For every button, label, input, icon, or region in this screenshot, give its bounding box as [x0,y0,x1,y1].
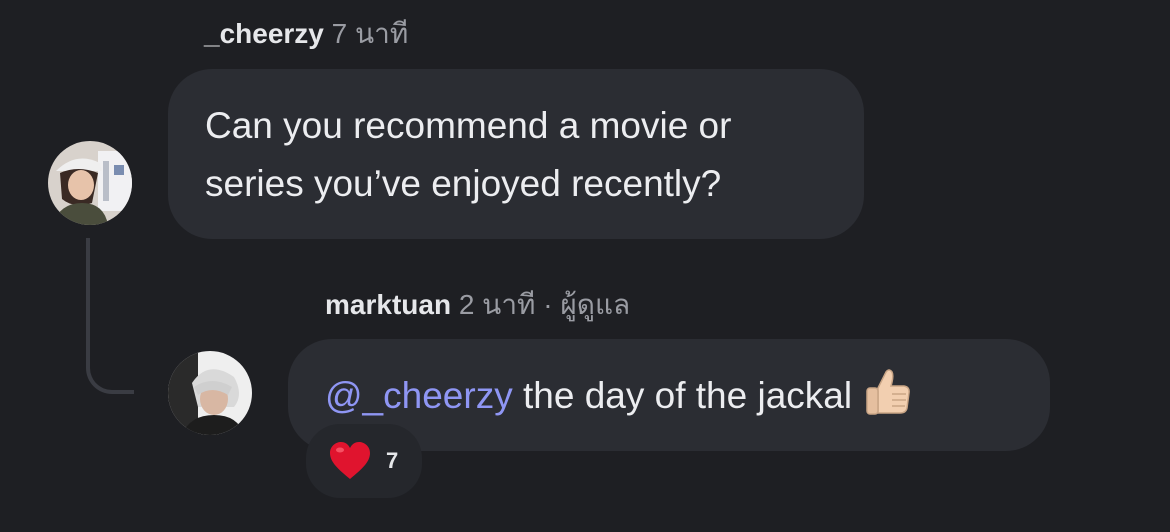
reply-role-badge: ผู้ดูแล [560,289,631,320]
comment-bubble: Can you recommend a movie or series you’… [168,69,864,239]
avatar[interactable] [168,351,252,435]
thread-connector-line [86,238,134,394]
meta-separator: · [543,289,553,320]
heart-icon [330,442,370,479]
avatar[interactable] [48,141,132,225]
avatar-cheerzy-image [48,141,132,225]
comment-text-line-2: series you’ve enjoyed recently? [205,163,722,204]
reply-text: the day of the jackal [512,375,863,416]
reply-time: 2 นาที [458,289,536,320]
reaction-count: 7 [386,448,399,473]
avatar-marktuan-image [168,351,252,435]
mention-link[interactable]: @_cheerzy [325,375,513,416]
comment-time: 7 นาที [331,18,409,49]
thumbs-up-icon [866,369,911,415]
comment-thread: _cheerzy 7 นาที Can you recommend a movi… [0,0,1170,532]
reply-username[interactable]: marktuan [325,289,451,320]
comment-text-line-1: Can you recommend a movie or [205,105,732,146]
reaction-badge[interactable]: 7 [306,424,422,498]
comment-meta: _cheerzy 7 นาที [204,12,408,56]
comment-username[interactable]: _cheerzy [204,18,324,49]
reply-meta: marktuan 2 นาที · ผู้ดูแล [325,283,630,327]
